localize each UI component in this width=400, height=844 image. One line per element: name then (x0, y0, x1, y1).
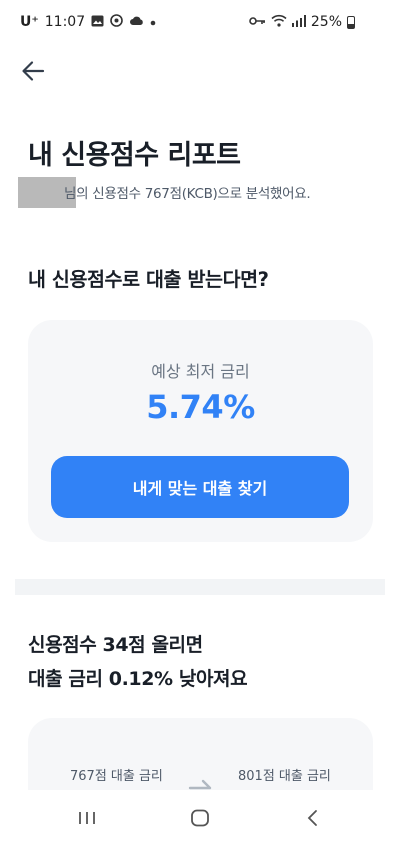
battery-percent: 25% (310, 14, 342, 30)
status-bar: U⁺ 11:07 25% (15, 12, 385, 34)
status-time: 11:07 (44, 14, 86, 30)
status-right: 25% (249, 14, 355, 30)
recent-apps-icon (79, 812, 95, 824)
back-button[interactable] (18, 56, 48, 86)
recent-apps-button[interactable] (72, 806, 102, 830)
section-divider (15, 579, 385, 595)
back-nav-button[interactable] (297, 806, 327, 830)
page-title: 내 신용점수 리포트 (28, 140, 241, 171)
battery-icon (347, 15, 355, 29)
cloud-icon (129, 15, 144, 29)
loan-section-heading: 내 신용점수로 대출 받는다면? (28, 268, 269, 291)
improve-heading-line2: 대출 금리 0.12% 낮아져요 (28, 668, 248, 690)
improve-section-heading: 신용점수 34점 올리면 대출 금리 0.12% 낮아져요 (28, 628, 248, 696)
status-left: U⁺ 11:07 (20, 14, 156, 30)
improved-rate-label: 801점 대출 금리 (238, 769, 331, 784)
home-button[interactable] (185, 806, 215, 830)
find-loan-button[interactable]: 내게 맞는 대출 찾기 (51, 456, 349, 518)
carrier-label: U⁺ (20, 14, 39, 30)
home-icon (191, 809, 209, 827)
dot-icon (150, 15, 156, 29)
page-subtitle: 님의 신용점수 767점(KCB)으로 분석했어요. (64, 186, 311, 202)
rate-value: 5.74% (146, 388, 255, 426)
back-nav-icon (307, 810, 317, 826)
gallery-icon (91, 15, 104, 30)
app-icon (110, 14, 123, 30)
improve-heading-line1: 신용점수 34점 올리면 (28, 634, 203, 656)
rate-card: 예상 최저 금리 5.74% 내게 맞는 대출 찾기 (28, 320, 373, 542)
signal-icon (291, 14, 306, 30)
arrow-left-icon (22, 61, 45, 81)
wifi-icon (271, 14, 287, 30)
subtitle-row: 님의 신용점수 767점(KCB)으로 분석했어요. (18, 176, 311, 208)
rate-label: 예상 최저 금리 (151, 362, 250, 381)
system-nav-bar (15, 790, 385, 844)
current-rate-label: 767점 대출 금리 (70, 769, 163, 784)
key-icon (249, 15, 266, 29)
